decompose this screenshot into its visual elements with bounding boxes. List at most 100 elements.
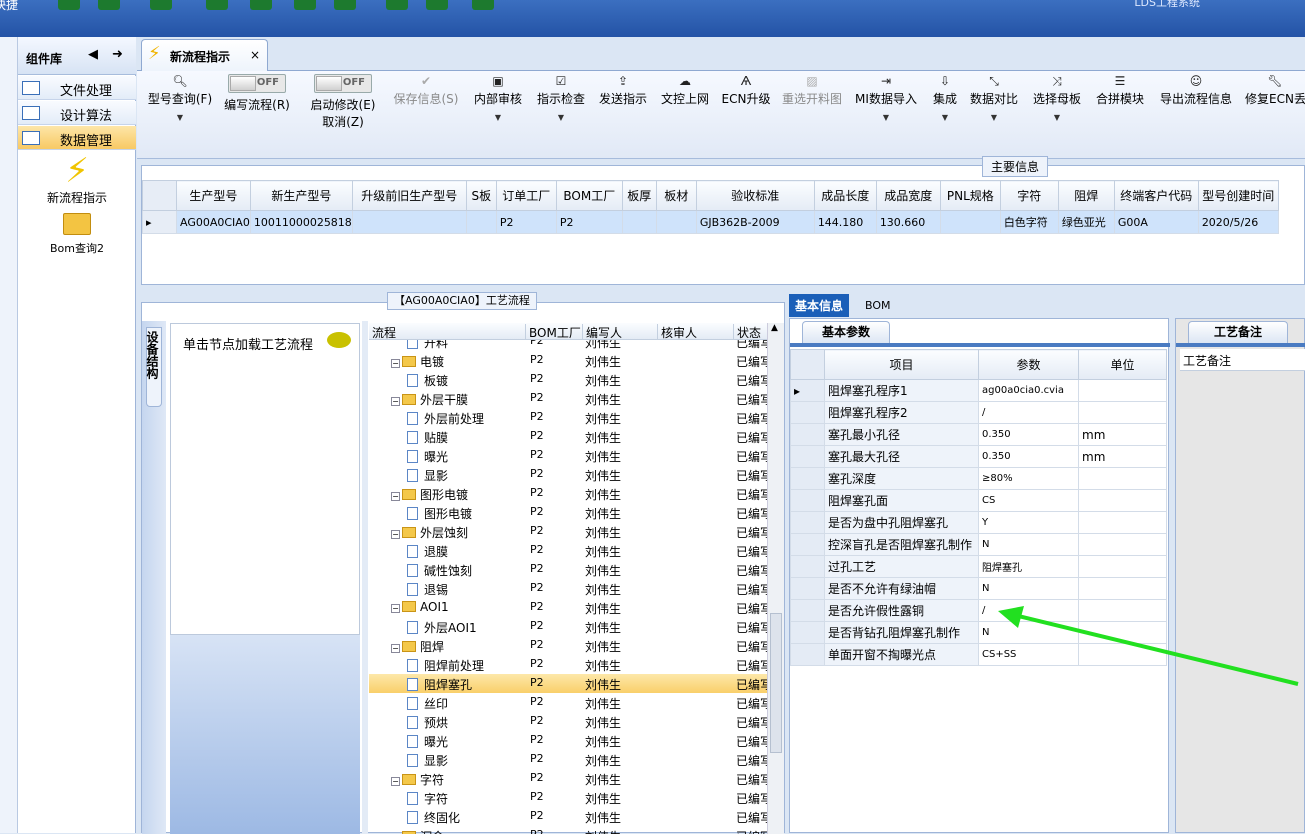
param-unit-cell[interactable] [1078, 621, 1167, 644]
nav-item-design-algorithm[interactable]: 设计算法 [18, 101, 136, 125]
param-row[interactable]: 是否不允许有绿油帽 N [790, 577, 1167, 600]
side-tab-equipment-structure[interactable]: 设备结构 [145, 327, 162, 407]
tree-row[interactable]: − 外层蚀刻 P2 刘伟生 已编写 [369, 522, 767, 541]
param-unit-cell[interactable] [1078, 379, 1167, 402]
column-header-bom[interactable]: BOM工厂 [525, 324, 581, 340]
param-value-cell[interactable]: CS+SS [978, 643, 1079, 666]
tree-node[interactable]: − 字符 [391, 771, 444, 788]
param-unit-cell[interactable]: mm [1078, 423, 1167, 446]
grid-icon[interactable] [150, 0, 172, 10]
param-unit-cell[interactable] [1078, 511, 1167, 534]
select-mother-board-button[interactable]: ⤨ 选择母板 ▼ [1027, 74, 1087, 122]
table-cell[interactable]: 10011000025818 [249, 210, 353, 234]
print-icon[interactable] [426, 0, 448, 10]
data-compare-button[interactable]: ⤡ 数据对比 ▼ [969, 74, 1019, 122]
tree-node[interactable]: 板镀 [407, 372, 448, 389]
param-unit-cell[interactable] [1078, 555, 1167, 578]
merge-module-button[interactable]: ☰ 合拼模块 [1093, 74, 1147, 107]
param-row[interactable]: ▸ 阻焊塞孔程序1 ag00a0cia0.cvia [790, 379, 1167, 402]
param-unit-cell[interactable]: mm [1078, 445, 1167, 468]
row-header[interactable] [790, 599, 825, 622]
tree-node[interactable]: 图形电镀 [407, 505, 472, 522]
chevron-down-icon[interactable]: ▼ [853, 113, 919, 122]
tree-node[interactable]: − 电镀 [391, 353, 444, 370]
param-row[interactable]: 塞孔最大孔径 0.350 mm [790, 445, 1167, 468]
collapse-icon[interactable]: − [391, 530, 400, 539]
collapse-icon[interactable]: − [391, 397, 400, 406]
column-header[interactable]: 板材 [655, 180, 697, 211]
tree-node[interactable]: 显影 [407, 752, 448, 769]
row-indicator-icon[interactable]: ▸ [790, 379, 825, 402]
tab-basic-info[interactable]: 基本信息 [789, 294, 850, 317]
table-cell[interactable]: P2 [495, 210, 557, 234]
cancel-label[interactable]: 取消(Z) [322, 115, 364, 129]
param-value-cell[interactable]: N [978, 533, 1079, 556]
tree-node[interactable]: 外层前处理 [407, 410, 484, 427]
tree-node[interactable]: −沉金 [391, 828, 444, 834]
chevron-down-icon[interactable]: ▼ [969, 113, 1019, 122]
tree-node[interactable]: 退膜 [407, 543, 448, 560]
tree-node[interactable]: − 图形电镀 [391, 486, 468, 503]
tree-row[interactable]: − 图形电镀 P2 刘伟生 已编写 [369, 484, 767, 503]
chevron-down-icon[interactable]: ▼ [145, 113, 215, 122]
column-header[interactable]: 板厚 [621, 180, 657, 211]
tree-row[interactable]: 曝光 P2 刘伟生 已编写 [369, 731, 767, 750]
column-header[interactable]: 成品长度 [813, 180, 877, 211]
column-header[interactable]: 新生产型号 [249, 180, 353, 211]
param-value-cell[interactable]: Y [978, 511, 1079, 534]
search-icon[interactable] [58, 0, 80, 10]
integrate-button[interactable]: ⇩ 集成 ▼ [927, 74, 963, 122]
collapse-icon[interactable]: − [391, 777, 400, 786]
column-header-param[interactable]: 参数 [978, 349, 1079, 380]
column-header[interactable]: PNL规格 [939, 180, 1001, 211]
tree-row[interactable]: 丝印 P2 刘伟生 已编写 [369, 693, 767, 712]
tree-row[interactable]: 退膜 P2 刘伟生 已编写 [369, 541, 767, 560]
tree-node[interactable]: 阻焊前处理 [407, 657, 484, 674]
tree-row[interactable]: − 阻焊 P2 刘伟生 已编写 [369, 636, 767, 655]
column-header[interactable]: 升级前旧生产型号 [351, 180, 467, 211]
table-cell[interactable]: GJB362B-2009 [695, 210, 815, 234]
table-cell[interactable] [621, 210, 657, 234]
param-unit-cell[interactable] [1078, 599, 1167, 622]
tree-row[interactable]: 图形电镀 P2 刘伟生 已编写 [369, 503, 767, 522]
tree-row[interactable]: 退锡 P2 刘伟生 已编写 [369, 579, 767, 598]
column-header-unit[interactable]: 单位 [1078, 349, 1167, 380]
tree-node[interactable]: 外层AOI1 [407, 619, 477, 636]
cut-icon[interactable] [206, 0, 228, 10]
param-row[interactable]: 过孔工艺 阻焊塞孔 [790, 555, 1167, 578]
export-icon[interactable] [472, 0, 494, 10]
row-header[interactable] [790, 489, 825, 512]
reselect-cutting-chart-button[interactable]: ▨ 重选开料图 [779, 74, 845, 107]
nav-item-data-management[interactable]: 数据管理 [18, 126, 136, 150]
list-icon[interactable] [334, 0, 356, 10]
ecn-upgrade-button[interactable]: Ѧ ECN升级 [721, 74, 771, 107]
param-row[interactable]: 控深盲孔是否阻焊塞孔制作 N [790, 533, 1167, 556]
internal-review-button[interactable]: ▣ 内部审核 ▼ [471, 74, 525, 122]
start-modify-toggle[interactable]: OFF [314, 74, 372, 93]
send-instruction-button[interactable]: ⇪ 发送指示 [597, 74, 649, 107]
tree-node[interactable]: 显影 [407, 467, 448, 484]
chevron-down-icon[interactable]: ▼ [1027, 113, 1087, 122]
tree-row[interactable]: 碱性蚀刻 P2 刘伟生 已编写 [369, 560, 767, 579]
column-header[interactable]: BOM工厂 [555, 180, 623, 211]
table-cell[interactable]: 2020/5/26 [1197, 210, 1279, 234]
doc-control-upload-button[interactable]: ☁ 文控上网 [659, 74, 711, 107]
table-cell[interactable]: AG00A0CIA0 [176, 210, 251, 234]
param-row[interactable]: 是否允许假性露铜 / [790, 599, 1167, 622]
save-icon[interactable] [250, 0, 272, 10]
row-header[interactable] [790, 577, 825, 600]
column-header[interactable]: 订单工厂 [495, 180, 557, 211]
table-cell[interactable] [655, 210, 697, 234]
column-header[interactable]: 型号创建时间 [1197, 180, 1279, 211]
table-cell[interactable] [465, 210, 497, 234]
param-unit-cell[interactable] [1078, 643, 1167, 666]
scroll-up-icon[interactable]: ▲ [771, 323, 778, 333]
mi-data-import-button[interactable]: ⇥ MI数据导入 ▼ [853, 74, 919, 122]
param-value-cell[interactable]: / [978, 401, 1079, 424]
param-row[interactable]: 是否背钻孔阻焊塞孔制作 N [790, 621, 1167, 644]
tab-bom[interactable]: BOM [865, 299, 891, 312]
tree-node[interactable]: 碱性蚀刻 [407, 562, 472, 579]
table-cell[interactable]: 白色字符 [999, 210, 1059, 234]
column-header-reviewer[interactable]: 核审人 [657, 324, 697, 340]
param-value-cell[interactable]: ≥80% [978, 467, 1079, 490]
